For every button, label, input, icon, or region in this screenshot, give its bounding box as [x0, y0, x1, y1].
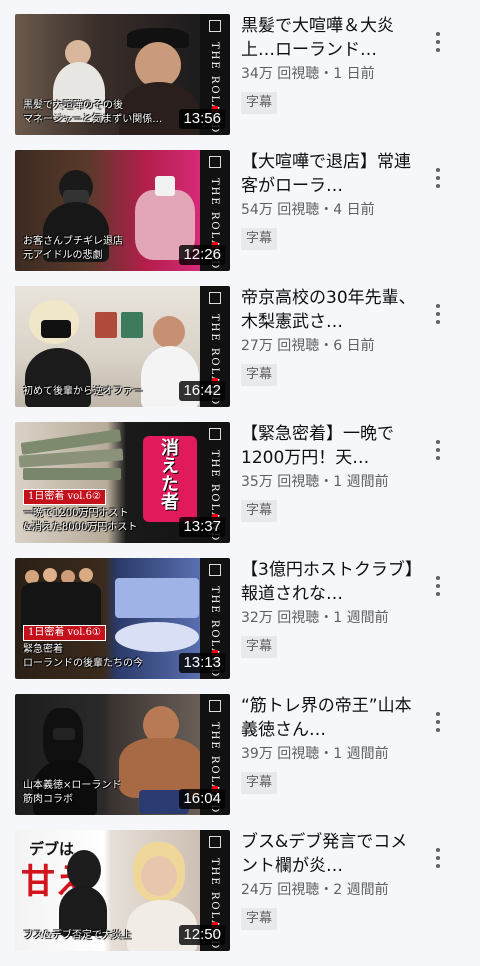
cc-badge: 字幕 — [241, 772, 278, 794]
video-meta: 【緊急密着】一晩で1200万円！天… 35万 回視聴・1 週間前 字幕 — [241, 422, 416, 522]
duration-badge: 16:42 — [179, 381, 225, 401]
thumbnail-caption: 山本義徳×ローランド 筋肉コラボ — [23, 780, 122, 805]
more-options-icon[interactable] — [426, 572, 450, 600]
video-meta: 【3億円ホストクラブ】報道されな… 32万 回視聴・1 週間前 字幕 — [241, 558, 416, 658]
cc-badge: 字幕 — [241, 636, 278, 658]
video-thumbnail[interactable]: THE ROLAND SHOW お客さんブチギレ退店 元アイドルの悲劇 12:2… — [15, 150, 230, 271]
video-thumbnail[interactable]: THE ROLAND SHOW 1日密着 vol.6① 緊急密着 ローランドの後… — [15, 558, 230, 679]
video-title[interactable]: ブス&デブ発言でコメント欄が炎… — [241, 830, 416, 878]
duration-badge: 12:26 — [179, 245, 225, 265]
cc-badge: 字幕 — [241, 228, 278, 250]
more-options-icon[interactable] — [426, 300, 450, 328]
duration-badge: 13:13 — [179, 653, 225, 673]
more-options-icon[interactable] — [426, 708, 450, 736]
cc-badge: 字幕 — [241, 92, 278, 114]
video-title[interactable]: 帝京高校の30年先輩、木梨憲武さ… — [241, 286, 416, 334]
overlay-text: 消えた者 — [158, 438, 179, 510]
video-title[interactable]: 【大喧嘩で退店】常連客がローラ… — [241, 150, 416, 198]
thumbnail-caption: 緊急密着 ローランドの後輩たちの今 — [23, 644, 143, 669]
video-stats: 27万 回視聴・6 日前 — [241, 338, 375, 354]
duration-badge: 16:04 — [179, 789, 225, 809]
cc-badge: 字幕 — [241, 364, 278, 386]
video-title[interactable]: 【3億円ホストクラブ】報道されな… — [241, 558, 416, 606]
thumbnail-caption: 黒髪で大喧嘩のその後 マネージャーと気まずい関係… — [23, 100, 163, 125]
video-meta: “筋トレ界の帝王”山本義徳さん… 39万 回視聴・1 週間前 字幕 — [241, 694, 416, 794]
cc-badge: 字幕 — [241, 908, 278, 930]
thumbnail-caption: 一晩で1200万円ホスト &消えた8000万円ホスト — [23, 508, 138, 533]
series-badge: 1日密着 vol.6② — [23, 489, 106, 505]
thumbnail-caption: ブス&デブ否定で大炎上 — [23, 930, 132, 941]
video-thumbnail[interactable]: THE ROLAND SHOW 山本義徳×ローランド 筋肉コラボ 16:04 — [15, 694, 230, 815]
thumbnail-caption: 初めて後輩から逆オファー — [23, 386, 143, 397]
video-stats: 24万 回視聴・2 週間前 — [241, 882, 389, 898]
more-options-icon[interactable] — [426, 28, 450, 56]
duration-badge: 13:56 — [179, 109, 225, 129]
more-options-icon[interactable] — [426, 164, 450, 192]
video-stats: 34万 回視聴・1 日前 — [241, 66, 375, 82]
more-options-icon[interactable] — [426, 844, 450, 872]
video-stats: 32万 回視聴・1 週間前 — [241, 610, 389, 626]
video-title[interactable]: 黒髪で大喧嘩＆大炎上…ローランド… — [241, 14, 416, 62]
video-meta: 【大喧嘩で退店】常連客がローラ… 54万 回視聴・4 日前 字幕 — [241, 150, 416, 250]
video-item[interactable]: THE ROLAND SHOW お客さんブチギレ退店 元アイドルの悲劇 12:2… — [0, 150, 480, 286]
overlay-text-top: デブは — [29, 840, 75, 858]
video-stats: 54万 回視聴・4 日前 — [241, 202, 375, 218]
duration-badge: 12:50 — [179, 925, 225, 945]
duration-badge: 13:37 — [179, 517, 225, 537]
series-badge: 1日密着 vol.6① — [23, 625, 106, 641]
thumbnail-caption: お客さんブチギレ退店 元アイドルの悲劇 — [23, 236, 123, 261]
video-stats: 35万 回視聴・1 週間前 — [241, 474, 389, 490]
video-stats: 39万 回視聴・1 週間前 — [241, 746, 389, 762]
video-thumbnail[interactable]: デブは 甘え THE ROLAND SHOW ブス&デブ否定で大炎上 12:50 — [15, 830, 230, 951]
cc-badge: 字幕 — [241, 500, 278, 522]
video-item[interactable]: 消えた者 THE ROLAND SHOW 1日密着 vol.6② 一晩で1200… — [0, 422, 480, 558]
video-thumbnail[interactable]: THE ROLAND SHOW 黒髪で大喧嘩のその後 マネージャーと気まずい関係… — [15, 14, 230, 135]
video-thumbnail[interactable]: 消えた者 THE ROLAND SHOW 1日密着 vol.6② 一晩で1200… — [15, 422, 230, 543]
video-title[interactable]: “筋トレ界の帝王”山本義徳さん… — [241, 694, 416, 742]
video-meta: 黒髪で大喧嘩＆大炎上…ローランド… 34万 回視聴・1 日前 字幕 — [241, 14, 416, 114]
video-item[interactable]: THE ROLAND SHOW 初めて後輩から逆オファー 16:42 帝京高校の… — [0, 286, 480, 422]
video-meta: ブス&デブ発言でコメント欄が炎… 24万 回視聴・2 週間前 字幕 — [241, 830, 416, 930]
video-meta: 帝京高校の30年先輩、木梨憲武さ… 27万 回視聴・6 日前 字幕 — [241, 286, 416, 386]
video-title[interactable]: 【緊急密着】一晩で1200万円！天… — [241, 422, 416, 470]
video-thumbnail[interactable]: THE ROLAND SHOW 初めて後輩から逆オファー 16:42 — [15, 286, 230, 407]
video-item[interactable]: THE ROLAND SHOW 黒髪で大喧嘩のその後 マネージャーと気まずい関係… — [0, 14, 480, 150]
video-item[interactable]: THE ROLAND SHOW 山本義徳×ローランド 筋肉コラボ 16:04 “… — [0, 694, 480, 830]
video-item[interactable]: THE ROLAND SHOW 1日密着 vol.6① 緊急密着 ローランドの後… — [0, 558, 480, 694]
more-options-icon[interactable] — [426, 436, 450, 464]
video-item[interactable]: デブは 甘え THE ROLAND SHOW ブス&デブ否定で大炎上 12:50… — [0, 830, 480, 966]
